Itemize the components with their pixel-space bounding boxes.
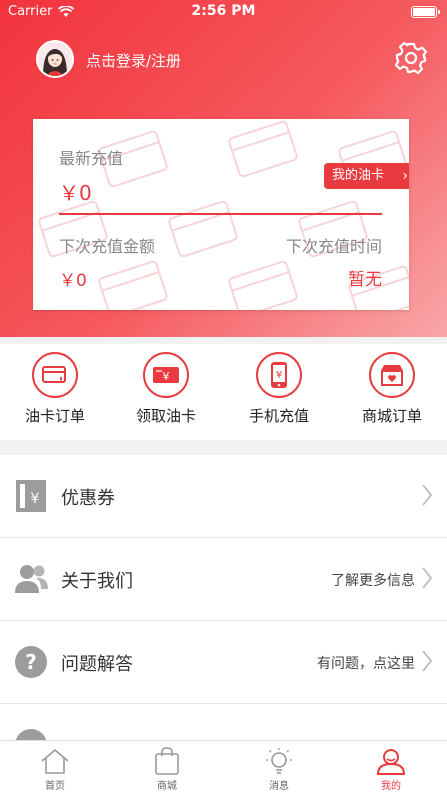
avatar[interactable] <box>36 40 74 78</box>
latest-recharge-label: 最新充值 <box>59 149 124 168</box>
recharge-card: 最新充值 ￥0 我的油卡 › 下次充值金额 ￥0 下次充值时间 暂无 <box>33 119 409 310</box>
tab-label: 消息 <box>269 781 289 792</box>
card-icon <box>32 352 78 398</box>
status-bar: Carrier 2:56 PM <box>0 0 447 24</box>
status-time: 2:56 PM <box>191 3 256 19</box>
shop-icon <box>369 352 415 398</box>
tab-messages[interactable]: 消息 <box>244 743 314 792</box>
menu-item-about-us[interactable]: 关于我们 了解更多信息 <box>0 538 447 621</box>
quick-action-label: 领取油卡 <box>135 407 196 425</box>
battery-icon <box>411 6 440 18</box>
next-time-value: 暂无 <box>348 270 382 290</box>
tab-home[interactable]: 首页 <box>20 743 90 792</box>
svg-text:?: ? <box>25 650 37 674</box>
quick-action-mall-orders[interactable]: 商城订单 <box>347 352 437 426</box>
tab-label: 首页 <box>45 781 65 792</box>
menu-item-label: 优惠券 <box>61 488 115 509</box>
bottom-tab-bar: 首页 商城 消息 我的 <box>0 740 447 794</box>
svg-text:¥: ¥ <box>276 370 282 381</box>
menu-list: ¥ 优惠券 关于我们 了解更多信息 ? 问题解答 有问题，点这里 <box>0 455 447 740</box>
bag-icon <box>155 747 179 775</box>
latest-recharge-value: ￥0 <box>59 181 92 205</box>
next-time-label: 下次充值时间 <box>285 237 382 256</box>
tab-mine[interactable]: 我的 <box>356 743 426 792</box>
menu-icon <box>15 729 47 740</box>
menu-item-hint: 有问题，点这里 <box>317 656 415 672</box>
svg-text:¥: ¥ <box>163 370 170 383</box>
my-oil-card-label: 我的油卡 <box>332 168 385 183</box>
quick-action-label: 商城订单 <box>361 407 422 425</box>
quick-action-label: 油卡订单 <box>24 407 85 425</box>
chevron-right-icon <box>422 484 433 506</box>
tab-mall[interactable]: 商城 <box>132 743 202 792</box>
menu-item-label: 问题解答 <box>61 654 133 675</box>
tab-label: 我的 <box>381 781 401 792</box>
chevron-right-icon <box>422 567 433 589</box>
svg-text:¥: ¥ <box>31 491 40 507</box>
phone-icon: ¥ <box>256 352 302 398</box>
my-oil-card-button[interactable]: 我的油卡 › <box>324 163 409 189</box>
question-icon: ? <box>15 646 47 678</box>
home-icon <box>41 748 69 774</box>
menu-item-faq[interactable]: ? 问题解答 有问题，点这里 <box>0 621 447 704</box>
profile-header: Carrier 2:56 PM 点击登录/注册 最新充值 ￥0 我的油卡 › 下… <box>0 0 447 337</box>
quick-actions: 油卡订单 ¥ 领取油卡 ¥ 手机充值 商城订单 <box>0 344 447 440</box>
menu-item-partial[interactable] <box>0 704 447 740</box>
yen-card-icon: ¥ <box>143 352 189 398</box>
login-register-link[interactable]: 点击登录/注册 <box>86 50 181 71</box>
menu-item-coupons[interactable]: ¥ 优惠券 <box>0 455 447 538</box>
bulb-icon <box>266 748 292 774</box>
user-icon <box>376 749 406 775</box>
chevron-right-icon <box>422 650 433 672</box>
tab-label: 商城 <box>157 781 177 792</box>
next-amount-value: ￥0 <box>59 271 87 291</box>
card-divider <box>59 213 382 215</box>
chevron-right-icon: › <box>402 168 408 184</box>
next-amount-label: 下次充值金额 <box>59 237 156 256</box>
quick-action-oil-card-orders[interactable]: 油卡订单 <box>10 352 100 426</box>
menu-item-label: 关于我们 <box>61 571 133 592</box>
quick-action-phone-recharge[interactable]: ¥ 手机充值 <box>234 352 324 426</box>
coupon-icon: ¥ <box>16 480 46 512</box>
quick-action-get-oil-card[interactable]: ¥ 领取油卡 <box>121 352 211 426</box>
menu-item-hint: 了解更多信息 <box>331 573 415 589</box>
users-icon <box>15 565 48 593</box>
settings-gear-icon[interactable] <box>394 41 428 75</box>
quick-action-label: 手机充值 <box>248 407 309 425</box>
